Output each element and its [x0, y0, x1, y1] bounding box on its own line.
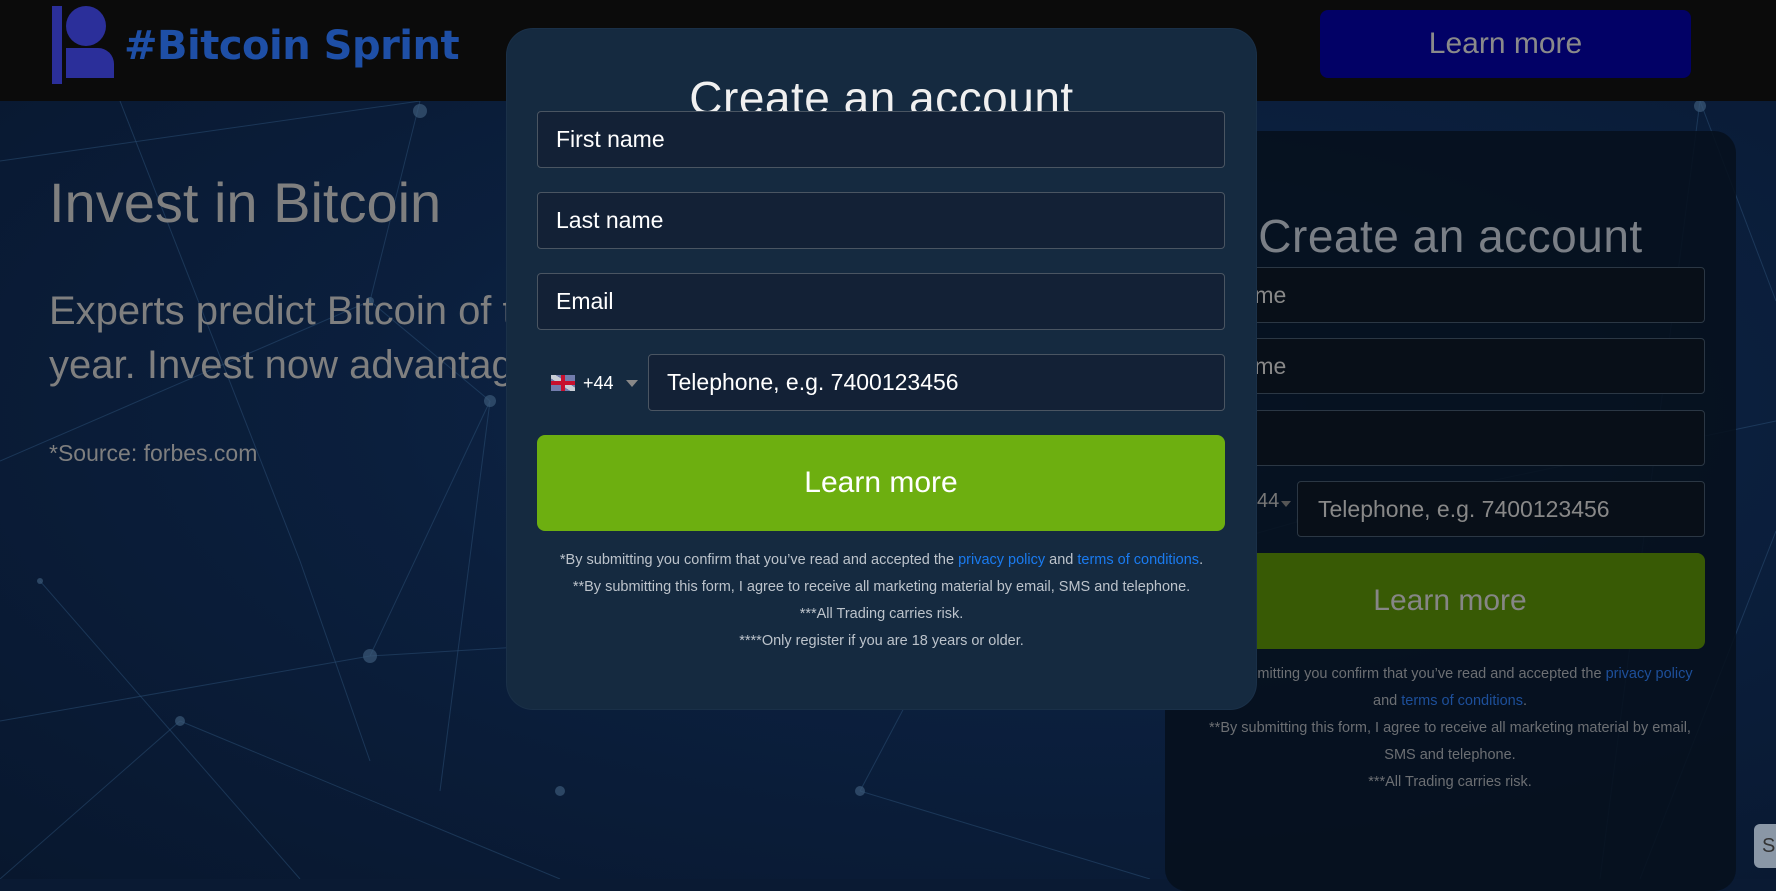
- background-phone-code[interactable]: 44: [1257, 490, 1279, 513]
- background-phone-caret-icon: [1281, 501, 1291, 507]
- disclaimer-risk: ***All Trading carries risk.: [799, 606, 964, 622]
- brand-logo[interactable]: #Bitcoin Sprint: [52, 6, 460, 86]
- first-name-input[interactable]: [537, 111, 1225, 168]
- background-first-name-field[interactable]: t name: [1195, 267, 1705, 323]
- background-phone-field[interactable]: Telephone, e.g. 7400123456: [1297, 481, 1705, 537]
- phone-country-selector[interactable]: +44: [551, 368, 638, 398]
- hero-title: Invest in Bitcoin: [49, 171, 442, 234]
- hero-subtitle: Experts predict Bitcoin of the year. Inv…: [49, 289, 559, 387]
- telephone-input[interactable]: [648, 354, 1225, 411]
- disclaimer-and-text: and: [1045, 552, 1078, 568]
- chevron-down-icon: [625, 379, 638, 387]
- background-email-field[interactable]: ail: [1195, 410, 1705, 466]
- logo-text: #Bitcoin Sprint: [124, 23, 460, 69]
- background-disclaimer-marketing: **By submitting this form, I agree to re…: [1209, 720, 1691, 763]
- header-learn-more-button[interactable]: Learn more: [1320, 10, 1691, 78]
- learn-more-submit-button[interactable]: Learn more: [537, 435, 1225, 531]
- background-learn-more-button[interactable]: Learn more: [1195, 553, 1705, 649]
- phone-country-code: +44: [583, 372, 614, 393]
- form-disclaimer: *By submitting you confirm that you’ve r…: [507, 547, 1256, 655]
- disclaimer-consent: *By submitting you confirm that you’ve r…: [507, 547, 1256, 574]
- registration-modal: Create an account +44 Learn more *By sub…: [507, 29, 1256, 709]
- background-form-disclaimer: *By submitting you confirm that you’ve r…: [1195, 661, 1705, 796]
- background-disclaimer-period: .: [1522, 693, 1527, 709]
- disclaimer-age: ****Only register if you are 18 years or…: [739, 633, 1024, 649]
- background-disclaimer-risk: ***All Trading carries risk.: [1368, 774, 1532, 790]
- disclaimer-consent-text: *By submitting you confirm that you’ve r…: [559, 552, 959, 568]
- privacy-policy-link[interactable]: privacy policy: [958, 552, 1045, 568]
- hero-section: Invest in Bitcoin Experts predict Bitcoi…: [49, 170, 569, 467]
- logo-mark-icon: [52, 6, 114, 86]
- disclaimer-marketing: **By submitting this form, I agree to re…: [572, 579, 1191, 595]
- terms-of-conditions-link[interactable]: terms of conditions: [1077, 552, 1199, 568]
- disclaimer-period: .: [1199, 552, 1204, 568]
- side-tab-button[interactable]: S: [1754, 824, 1776, 868]
- background-disclaimer-text: *By submitting you confirm that you’ve r…: [1207, 666, 1606, 682]
- last-name-input[interactable]: [537, 192, 1225, 249]
- email-input[interactable]: [537, 273, 1225, 330]
- background-last-name-field[interactable]: t name: [1195, 338, 1705, 394]
- uk-flag-icon: [551, 375, 575, 391]
- background-disclaimer-and: and: [1373, 693, 1402, 709]
- background-terms-link[interactable]: terms of conditions: [1401, 693, 1523, 709]
- background-privacy-policy-link[interactable]: privacy policy: [1606, 666, 1693, 682]
- hero-source: *Source: forbes.com: [49, 440, 258, 466]
